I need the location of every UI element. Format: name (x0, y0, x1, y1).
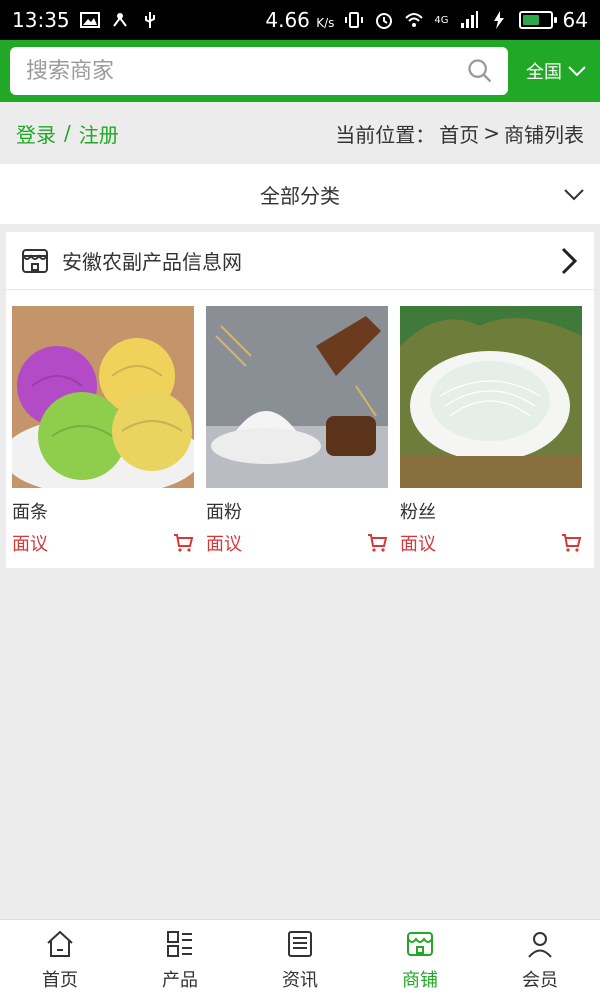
app-header: 全国 (0, 40, 600, 102)
product-list: 面条 面议 面粉 面议 粉丝 面议 (6, 290, 594, 556)
product-name: 粉丝 (400, 502, 436, 523)
charging-icon (493, 11, 504, 29)
search-input[interactable] (24, 57, 448, 85)
product-image-noodles[interactable] (12, 306, 194, 488)
vermicelli-illustration (400, 306, 582, 488)
nav-item-news[interactable]: 资讯 (240, 920, 360, 1000)
battery-level: 64 (562, 8, 588, 32)
store-icon (22, 248, 48, 273)
product-image-flour[interactable] (206, 306, 388, 488)
grid-icon (167, 931, 192, 957)
battery-fill (522, 15, 540, 25)
breadcrumb-home[interactable]: 首页 (439, 119, 479, 148)
breadcrumb: 当前位置： 首页 > 商铺列表 (335, 119, 584, 148)
nav-item-home[interactable]: 首页 (0, 920, 120, 1000)
nav-label: 产品 (162, 970, 198, 991)
nav-item-products[interactable]: 产品 (120, 920, 240, 1000)
battery-icon (518, 11, 557, 29)
auth-links: 登录 / 注册 (16, 119, 119, 148)
nav-item-member[interactable]: 会员 (480, 920, 600, 1000)
region-selector[interactable]: 全国 (526, 58, 586, 84)
product-price-row: 面议 (206, 530, 388, 556)
product-card[interactable]: 粉丝 面议 (400, 306, 582, 556)
flour-illustration (206, 306, 388, 488)
nav-item-stores[interactable]: 商铺 (360, 920, 480, 1000)
breadcrumb-current: 商铺列表 (504, 122, 584, 147)
alarm-icon (376, 13, 393, 29)
category-filter[interactable]: 全部分类 (0, 164, 600, 224)
vibrate-icon (345, 12, 364, 28)
product-price-row: 面议 (400, 530, 582, 556)
login-link[interactable]: 登录 (16, 119, 56, 148)
noodles-illustration (12, 306, 194, 488)
product-card[interactable]: 面条 面议 (12, 306, 194, 556)
share-icon (112, 13, 127, 27)
cart-icon[interactable] (172, 532, 194, 554)
nav-label: 首页 (42, 970, 78, 991)
shop-card: 安徽农副产品信息网 面条 面议 面粉 面议 粉丝 面议 (6, 232, 594, 568)
network-speed: 4.66 K/s (265, 8, 335, 32)
network-type: 4G (434, 14, 449, 26)
usb-icon (144, 12, 155, 28)
region-label: 全国 (526, 62, 562, 83)
signal-icon (460, 11, 478, 28)
location-label: 当前位置： (335, 122, 436, 147)
image-icon (79, 12, 100, 28)
chevron-down-icon (568, 66, 586, 77)
user-icon (528, 932, 552, 958)
register-link[interactable]: 注册 (79, 119, 119, 148)
product-card[interactable]: 面粉 面议 (206, 306, 388, 556)
breadcrumb-bar: 登录 / 注册 当前位置： 首页 > 商铺列表 (0, 102, 600, 164)
chevron-down-icon (564, 189, 584, 201)
product-name: 面粉 (206, 502, 242, 523)
status-right: 4.66 K/s 4G 64 (265, 8, 588, 32)
product-image-vermicelli[interactable] (400, 306, 582, 488)
nav-label: 会员 (522, 970, 558, 991)
breadcrumb-arrow: > (483, 121, 500, 145)
status-time: 13:35 (12, 8, 70, 32)
cart-icon[interactable] (366, 532, 388, 554)
product-name: 面条 (12, 502, 48, 523)
product-price: 面议 (206, 534, 242, 555)
nav-label: 商铺 (402, 970, 438, 991)
news-icon (288, 931, 312, 957)
product-price: 面议 (12, 534, 48, 555)
product-price-row: 面议 (12, 530, 194, 556)
cart-icon[interactable] (560, 532, 582, 554)
chevron-right-icon[interactable] (556, 246, 582, 276)
store-icon (407, 932, 433, 956)
product-price: 面议 (400, 534, 436, 555)
status-left: 13:35 (12, 8, 160, 32)
shop-name: 安徽农副产品信息网 (62, 250, 242, 274)
bottom-nav: 首页 产品 资讯 商铺 会员 (0, 919, 600, 1000)
auth-separator: / (64, 121, 71, 145)
status-bar: 13:35 4.66 K/s 4G 64 (0, 0, 600, 40)
wifi-icon (405, 13, 424, 27)
search-icon[interactable] (466, 57, 494, 85)
home-icon (47, 930, 73, 957)
nav-label: 资讯 (282, 970, 318, 991)
search-box[interactable] (10, 47, 508, 95)
category-filter-label: 全部分类 (260, 183, 340, 208)
shop-header[interactable]: 安徽农副产品信息网 (6, 232, 594, 290)
